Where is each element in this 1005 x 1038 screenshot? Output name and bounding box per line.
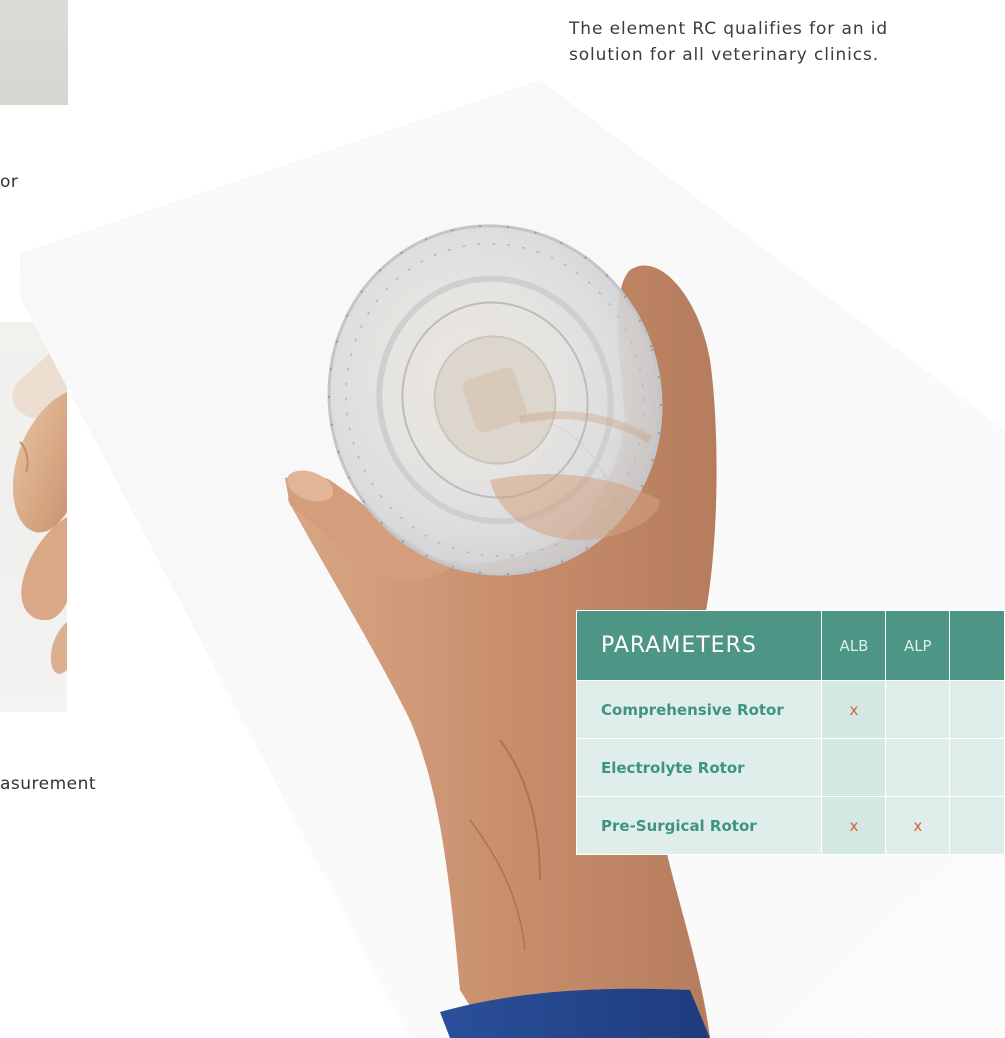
column-header: ALP xyxy=(885,610,951,681)
table-row: Comprehensive Rotor x xyxy=(575,680,1005,739)
intro-line-2: solution for all veterinary clinics. xyxy=(569,45,880,65)
table-cell xyxy=(885,680,951,739)
left-caption-top: or xyxy=(0,172,19,192)
parameters-header: PARAMETERS xyxy=(575,610,823,681)
table-header-row: PARAMETERS ALB ALP xyxy=(575,610,1005,681)
hand-holding-rotor-photo xyxy=(20,0,1005,1038)
intro-line-1: The element RC qualifies for an id xyxy=(569,19,889,39)
table-cell: x xyxy=(821,796,887,855)
table-cell xyxy=(885,738,951,797)
finger-illustration xyxy=(12,330,67,674)
row-label: Comprehensive Rotor xyxy=(575,680,823,739)
product-page: or asurement The element RC qualifies fo… xyxy=(0,0,1005,1038)
table-cell: x xyxy=(821,680,887,739)
column-header xyxy=(949,610,1005,681)
left-caption-bottom: asurement xyxy=(0,774,97,794)
column-header: ALB xyxy=(821,610,887,681)
hand-holding-device-image xyxy=(0,322,67,712)
table-cell xyxy=(821,738,887,797)
row-label: Pre-Surgical Rotor xyxy=(575,796,823,855)
table-cell xyxy=(949,796,1005,855)
table-row: Pre-Surgical Rotor x x xyxy=(575,796,1005,855)
table-cell xyxy=(949,680,1005,739)
table-row: Electrolyte Rotor xyxy=(575,738,1005,797)
parameters-table: PARAMETERS ALB ALP Comprehensive Rotor x… xyxy=(575,610,1005,855)
row-label: Electrolyte Rotor xyxy=(575,738,823,797)
rotor-photo-illustration xyxy=(20,80,1005,1038)
table-cell: x xyxy=(885,796,951,855)
intro-paragraph: The element RC qualifies for an id solut… xyxy=(569,16,1005,68)
table-cell xyxy=(949,738,1005,797)
product-thumbnail-top xyxy=(0,0,68,105)
